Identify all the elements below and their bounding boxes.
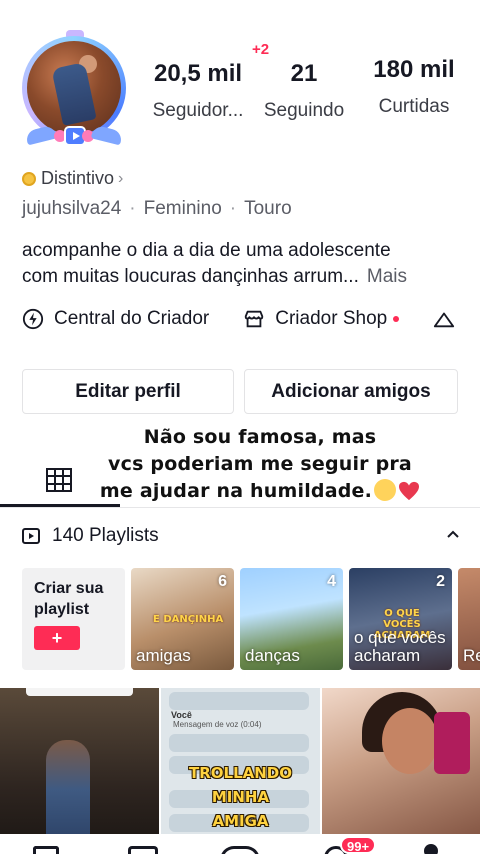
playlist-count: 2	[436, 573, 445, 590]
creator-center-label: Central do Criador	[54, 308, 210, 329]
likes-label: Curtidas	[378, 96, 450, 117]
inbox-badge: 99+	[340, 836, 377, 854]
chat-message: Mensagem de voz (0:04)	[173, 720, 262, 729]
avatar-photo	[27, 41, 121, 135]
divider	[0, 507, 480, 508]
playlist-card[interactable]: E DANÇINHA 6 amigas	[131, 568, 234, 670]
heart-icon	[399, 481, 420, 501]
pleading-face-icon	[374, 479, 397, 501]
home-icon[interactable]	[33, 846, 59, 854]
badge-link[interactable]: Distintivo ›	[22, 168, 123, 189]
profile-icon[interactable]	[424, 844, 438, 854]
creator-shop-link[interactable]: Criador Shop	[243, 308, 400, 330]
video-caption-line-1: TROLLANDO	[188, 764, 292, 782]
overlay-caption: Não sou famosa, mas vcs poderiam me segu…	[60, 424, 460, 505]
video-thumbnail[interactable]: Você Mensagem de voz (0:04) TROLLANDO MI…	[161, 688, 320, 854]
bio-line-1: acompanhe o dia a dia de uma adolescente	[22, 240, 391, 261]
playlist-count: 4	[327, 573, 336, 590]
playlist-sticker: E DANÇINHA	[153, 614, 224, 625]
playlist-card[interactable]: O QUE VOCÊS ACHARAM 2 o que vocês achara…	[349, 568, 452, 670]
playlist-card[interactable]: Re a c	[458, 568, 480, 670]
creator-shop-label: Criador Shop	[275, 308, 388, 329]
followers-stat[interactable]: 20,5 mil Seguidor...	[146, 60, 250, 122]
chevron-up-icon[interactable]	[446, 527, 460, 541]
creator-tools-row: Central do Criador Criador Shop	[22, 308, 480, 330]
video-caption-line-3: AMIGA	[212, 812, 269, 830]
playlist-name: o que vocês acharam	[354, 628, 446, 665]
gender: Feminino	[143, 198, 222, 219]
playlist-icon	[22, 528, 40, 544]
create-playlist-card[interactable]: Criar sua playlist +	[22, 568, 125, 670]
bio[interactable]: acompanhe o dia a dia de uma adolescente…	[22, 238, 462, 290]
username: jujuhsilva24	[22, 198, 122, 219]
avatar-frame-decoration	[20, 122, 128, 146]
profile-avatar[interactable]	[14, 30, 134, 150]
likes-stat[interactable]: 180 mil Curtidas	[358, 56, 470, 118]
zodiac-sign: Touro	[244, 198, 292, 219]
playlist-name: amigas	[136, 646, 191, 665]
edit-profile-button[interactable]: Editar perfil	[22, 369, 234, 414]
caption-line-2: vcs poderiam me seguir pra	[108, 453, 412, 475]
badge-label: Distintivo	[41, 168, 115, 188]
followers-label: Seguidor...	[152, 100, 244, 121]
video-caption-line-2: MINHA	[211, 788, 270, 806]
playlists-title: 140 Playlists	[52, 525, 159, 546]
create-playlist-label: Criar sua playlist	[34, 580, 104, 618]
video-thumbnail[interactable]	[0, 688, 159, 854]
caption-line-1: Não sou famosa, mas	[143, 426, 377, 448]
following-stat[interactable]: 21 Seguindo	[256, 60, 352, 122]
playlist-name: Re a c	[463, 646, 480, 665]
coin-icon	[22, 171, 36, 186]
likes-count: 180 mil	[373, 56, 455, 83]
playlist-card[interactable]: 4 danças	[240, 568, 343, 670]
playlist-count: 6	[218, 573, 227, 590]
bottom-nav: 99+	[0, 834, 480, 854]
shop-icon	[245, 310, 264, 328]
create-icon[interactable]	[220, 846, 260, 854]
notification-dot	[393, 316, 400, 322]
playlist-name: danças	[245, 646, 300, 665]
playlists-row: Criar sua playlist + E DANÇINHA 6 amigas…	[22, 568, 480, 670]
followers-new-badge: +2	[252, 41, 270, 58]
playlists-header[interactable]: 140 Playlists	[22, 525, 462, 547]
lightning-icon	[22, 308, 44, 330]
add-friends-button[interactable]: Adicionar amigos	[244, 369, 458, 414]
following-count: 21	[290, 60, 318, 87]
tent-icon	[434, 312, 455, 328]
caption-line-3: me ajudar na humildade.	[99, 480, 373, 502]
chevron-right-icon: ›	[118, 169, 124, 187]
profile-meta: jujuhsilva24 · Feminino · Touro	[22, 198, 292, 219]
friends-icon[interactable]	[128, 846, 158, 854]
bio-line-2: com muitas loucuras dançinhas arrum...	[22, 266, 359, 287]
video-thumbnail[interactable]	[322, 688, 480, 854]
video-grid: Você Mensagem de voz (0:04) TROLLANDO MI…	[0, 688, 480, 854]
creator-center-link[interactable]: Central do Criador	[22, 308, 209, 330]
chat-sender: Você	[171, 710, 192, 720]
creator-more-link[interactable]	[433, 308, 465, 330]
followers-count: 20,5 mil	[153, 60, 243, 87]
bio-more-link[interactable]: Mais	[367, 266, 407, 287]
following-label: Seguindo	[263, 100, 345, 121]
create-playlist-button[interactable]: +	[34, 626, 80, 650]
